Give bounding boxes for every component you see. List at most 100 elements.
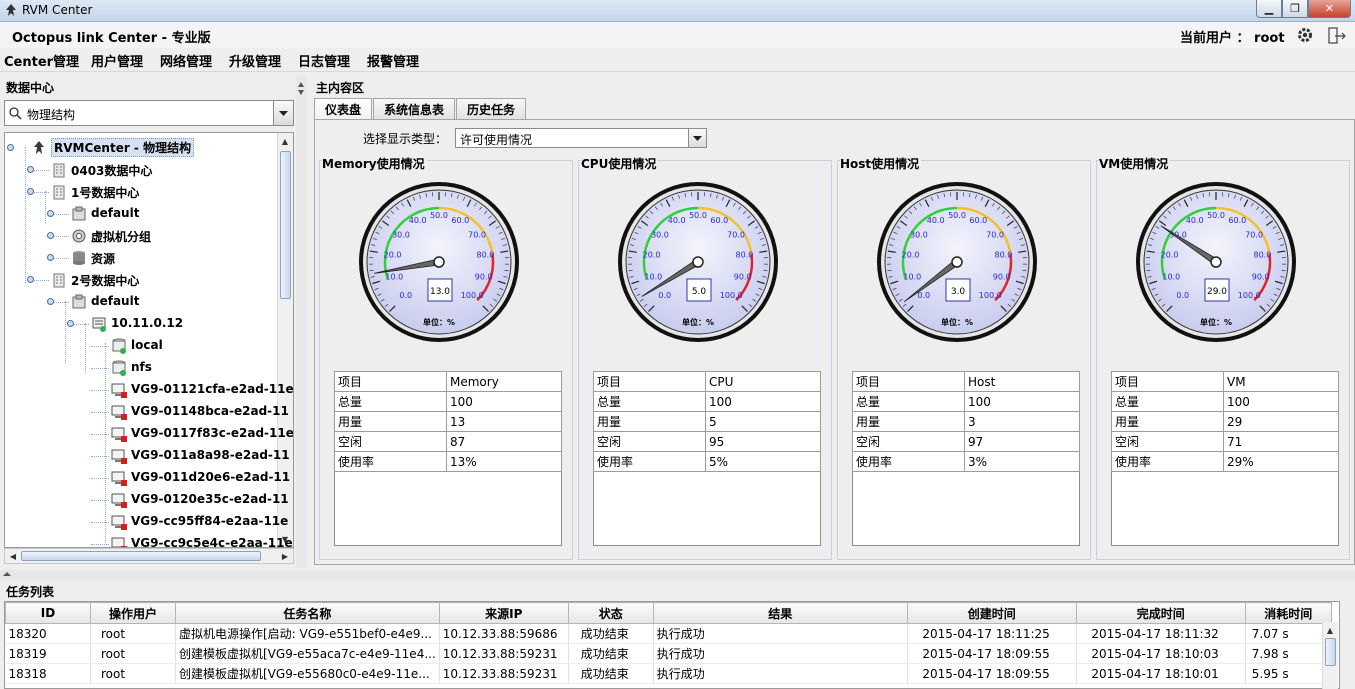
tree-scroll-thumb[interactable]	[280, 151, 291, 299]
stats-row: 使用率 13%	[334, 451, 562, 472]
tree-expand-handle[interactable]	[47, 232, 54, 239]
table-row[interactable]: 18318 root 创建模板虚拟机[VG9-e55680c0-e4e9-11e..…	[5, 663, 1332, 684]
vm-group-icon	[72, 229, 86, 243]
splitter-collapse-icon[interactable]	[2, 570, 16, 580]
tree-connector	[91, 390, 109, 391]
current-user-label: 当前用户 ： root	[1180, 31, 1285, 46]
tree-connector	[85, 323, 86, 373]
storage-icon	[112, 360, 126, 376]
gear-icon[interactable]	[1296, 26, 1314, 44]
table-row[interactable]: 18320 root 虚拟机电源操作[启动: VG9-e551bef0-e4e9..…	[5, 623, 1332, 644]
horizontal-splitter[interactable]	[0, 570, 1355, 580]
gauge-title: CPU使用情况	[581, 155, 659, 172]
tree-expand-handle[interactable]	[47, 254, 54, 261]
task-list-scrollbar[interactable]: ▲	[1322, 622, 1338, 689]
app-name: Octopus link Center - 专业版	[12, 31, 211, 46]
splitter-up-icon[interactable]	[298, 82, 304, 87]
tree-expand-handle[interactable]	[47, 298, 54, 305]
window-title: RVM Center	[22, 3, 93, 17]
tree-expand-handle[interactable]	[7, 144, 14, 151]
tree-connector	[91, 522, 109, 523]
column-header[interactable]: 创建时间	[906, 602, 1077, 624]
column-header[interactable]: 来源IP	[438, 602, 569, 624]
gauge-tick-label: 10.0	[903, 273, 921, 282]
gauge-panel: CPU使用情况 0.0 10.0 20.0 30.0 40.0 50.0 60.0 70.0 80…	[578, 155, 832, 560]
tree-hscroll-thumb[interactable]	[21, 551, 261, 561]
task-list-title: 任务列表	[6, 585, 55, 599]
resource-tree[interactable]: ▲ ▼ RVMCenter - 物理结构 0403数据中心 1号数据中心 defaul…	[4, 132, 294, 548]
scroll-left-icon[interactable]: ◀	[6, 549, 20, 563]
database-icon	[73, 251, 85, 265]
vertical-splitter[interactable]	[296, 76, 306, 568]
tab-system-info[interactable]: 系统信息表	[373, 98, 456, 119]
tree-expand-handle[interactable]	[67, 320, 74, 327]
gauge-tick-label: 50.0	[1207, 211, 1225, 220]
table-cell: 5.95 s	[1245, 663, 1332, 684]
minimize-button[interactable]: ▁	[1256, 0, 1282, 18]
building-icon	[53, 163, 65, 178]
column-header[interactable]: 完成时间	[1075, 602, 1246, 624]
menu-center[interactable]: Center管理	[4, 51, 79, 70]
menu-upgrade[interactable]: 升级管理	[229, 51, 281, 70]
tree-node-label: 2号数据中心	[71, 274, 140, 288]
column-header[interactable]: 消耗时间	[1244, 602, 1332, 624]
table-cell: root	[90, 643, 176, 664]
column-header[interactable]: 结果	[652, 602, 908, 624]
tree-vertical-scrollbar[interactable]: ▲ ▼	[277, 133, 293, 547]
logout-icon[interactable]	[1326, 26, 1348, 46]
stats-key: 项目	[593, 371, 706, 392]
column-header[interactable]: 任务名称	[175, 602, 440, 624]
gauge-tick-label: 90.0	[475, 273, 493, 282]
menu-network[interactable]: 网络管理	[160, 51, 212, 70]
cluster-icon	[72, 294, 86, 309]
display-type-dropdown-button[interactable]	[688, 129, 706, 147]
close-button[interactable]: ✕	[1308, 0, 1351, 18]
splitter-down-icon[interactable]	[298, 90, 304, 95]
table-row[interactable]: 18319 root 创建模板虚拟机[VG9-e55aca7c-e4e9-11e4.…	[5, 643, 1332, 664]
menu-logs[interactable]: 日志管理	[298, 51, 350, 70]
display-type-select[interactable]: 许可使用情况	[455, 128, 707, 148]
dashboard-panel: 选择显示类型： 许可使用情况 Memory使用情况 0.0 10.0 20.0 30.0…	[314, 119, 1355, 565]
menu-users[interactable]: 用户管理	[91, 51, 143, 70]
view-select-dropdown-button[interactable]	[273, 101, 293, 125]
gauge-tick-label: 10.0	[1162, 273, 1180, 282]
tree-connector	[91, 346, 109, 347]
gauge-tick-label: 70.0	[986, 230, 1004, 239]
gauge-dial: 0.0 10.0 20.0 30.0 40.050.060.0 70.0 80.0 90.0 1…	[877, 182, 1037, 342]
column-header[interactable]: ID	[5, 602, 91, 624]
stats-value: 100	[1223, 391, 1339, 412]
tab-history-tasks[interactable]: 历史任务	[456, 98, 527, 119]
gauge-unit: 单位：%	[423, 317, 455, 327]
stats-key: 使用率	[593, 451, 706, 472]
tab-dashboard[interactable]: 仪表盘	[314, 98, 373, 119]
scroll-right-icon[interactable]: ▶	[278, 549, 292, 563]
stats-row: 总量 100	[334, 391, 562, 412]
stats-key: 用量	[334, 411, 447, 432]
tree-connector	[91, 478, 109, 479]
maximize-button[interactable]: ❐	[1282, 0, 1308, 18]
task-scroll-thumb[interactable]	[1325, 638, 1336, 666]
gauge-tick-label: 90.0	[734, 273, 752, 282]
stats-row: 用量 29	[1111, 411, 1339, 432]
column-header[interactable]: 状态	[567, 602, 654, 624]
octopus-icon	[34, 141, 44, 154]
gauge-pivot	[1210, 256, 1222, 268]
gauge-tick-label: 80.0	[736, 251, 754, 260]
tree-expand-handle[interactable]	[27, 166, 34, 173]
scroll-up-icon[interactable]: ▲	[1323, 623, 1337, 637]
gauge-tick-label: 30.0	[392, 230, 410, 239]
menu-alarms[interactable]: 报警管理	[367, 51, 419, 70]
close-icon: ✕	[1324, 2, 1335, 15]
gauge-stats-table: 项目 VM 总量 100 用量 29 空闲 71 使用率 29%	[1111, 371, 1339, 546]
cluster-icon	[72, 206, 86, 221]
tree-expand-handle[interactable]	[47, 210, 54, 217]
tree-expand-handle[interactable]	[27, 276, 34, 283]
scroll-up-icon[interactable]: ▲	[278, 134, 292, 148]
table-cell: 创建模板虚拟机[VG9-e55680c0-e4e9-11e...	[175, 663, 440, 684]
column-header[interactable]: 操作用户	[90, 602, 176, 624]
view-select[interactable]: 物理结构	[4, 100, 294, 126]
tree-node-label: VG9-01121cfa-e2ad-11e	[131, 382, 294, 396]
tree-expand-handle[interactable]	[27, 188, 34, 195]
stats-value: 3%	[964, 451, 1080, 472]
tree-horizontal-scrollbar[interactable]: ◀ ▶	[4, 548, 294, 564]
